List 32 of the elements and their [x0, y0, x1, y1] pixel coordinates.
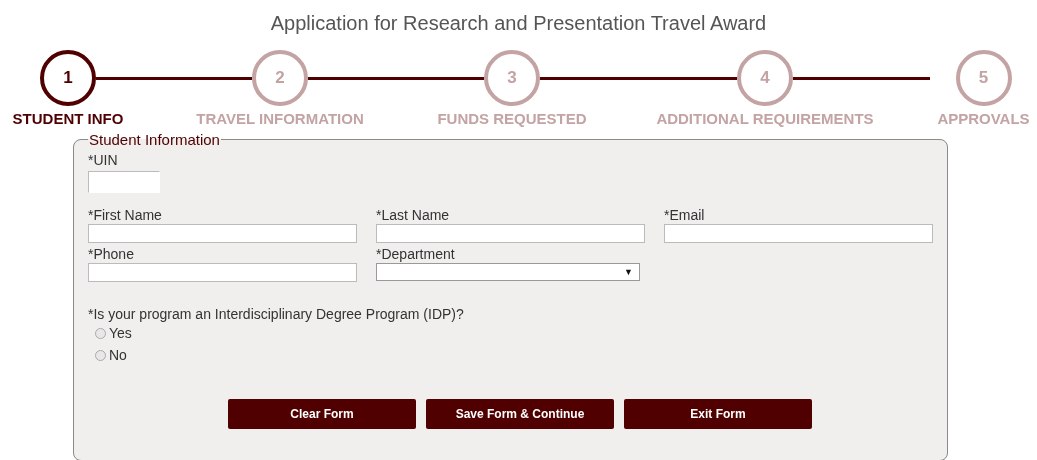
step-label[interactable]: ADDITIONAL REQUIREMENTS — [656, 110, 874, 127]
page-title: Application for Research and Presentation Travel Award — [270, 11, 767, 36]
form-button[interactable]: Exit Form — [624, 399, 812, 429]
radio-button[interactable] — [95, 349, 106, 361]
step-circle[interactable]: 1 — [40, 50, 96, 106]
input-field[interactable] — [88, 171, 160, 193]
input-field[interactable] — [664, 224, 933, 243]
field-label: *Email — [664, 207, 706, 224]
option-label: No — [109, 347, 127, 363]
step-circle[interactable]: 3 — [484, 50, 540, 106]
step-circle[interactable]: 2 — [252, 50, 308, 106]
field-label: *First Name — [88, 207, 163, 224]
step-circle[interactable]: 5 — [955, 50, 1012, 106]
form-button[interactable]: Save Form & Continue — [426, 399, 614, 429]
field-label: *Phone — [88, 246, 135, 263]
field-label: *Last Name — [376, 207, 451, 224]
step-label[interactable]: TRAVEL INFORMATION — [196, 110, 364, 127]
question-label: *Is your program an Interdisciplinary Degree Program (IDP)? — [88, 306, 465, 322]
step-circle[interactable]: 4 — [737, 50, 793, 106]
option-label: Yes — [109, 325, 132, 341]
input-field[interactable] — [88, 263, 357, 282]
dropdown[interactable]: ▼ — [376, 263, 640, 281]
step-label[interactable]: STUDENT INFO — [12, 110, 124, 127]
radio-button[interactable] — [95, 327, 106, 339]
step-label[interactable]: FUNDS REQUESTED — [437, 110, 587, 127]
section-legend: Student Information — [88, 131, 221, 148]
form-button[interactable]: Clear Form — [228, 399, 416, 429]
input-field[interactable] — [376, 224, 645, 243]
field-label: *Department — [376, 246, 456, 263]
step-label[interactable]: APPROVALS — [937, 110, 1030, 127]
field-label: *UIN — [88, 152, 119, 169]
input-field[interactable] — [88, 224, 357, 243]
